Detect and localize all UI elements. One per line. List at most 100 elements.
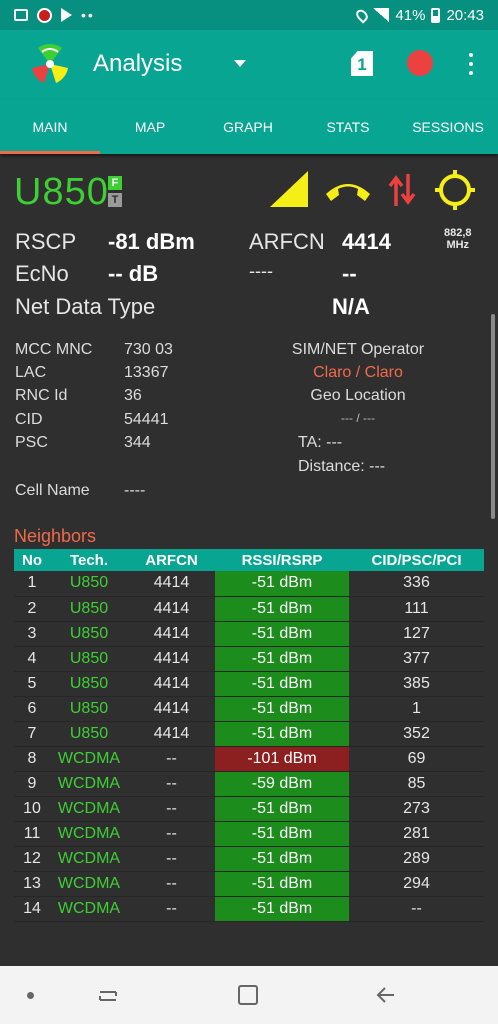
cell-id: 69: [349, 746, 484, 772]
cell-arfcn: 4414: [128, 621, 215, 647]
cell-id: 1: [349, 696, 484, 722]
table-row: 3 U850 4414 -51 dBm 127: [14, 621, 484, 647]
cell-rssi: -51 dBm: [215, 871, 349, 897]
cell-rssi: -59 dBm: [215, 771, 349, 797]
psc-label: PSC: [15, 434, 48, 451]
cell-id: 385: [349, 671, 484, 697]
cell-id: 281: [349, 821, 484, 847]
table-row: 4 U850 4414 -51 dBm 377: [14, 646, 484, 672]
cell-signal-icon: [373, 8, 390, 22]
record-button[interactable]: [407, 50, 433, 76]
tab-bar: MAIN MAP GRAPH STATS SESSIONS: [0, 100, 498, 154]
operator-label: SIM/NET Operator: [291, 341, 425, 358]
cell-name-value: ----: [124, 482, 146, 499]
frequency-unit: MHz: [446, 239, 470, 251]
tab-map[interactable]: MAP: [100, 119, 200, 135]
tab-graph[interactable]: GRAPH: [198, 119, 298, 135]
app-bar: Analysis 1: [0, 30, 498, 100]
back-icon[interactable]: [376, 985, 396, 1005]
extra-value: --: [342, 261, 357, 286]
sim-card-icon[interactable]: 1: [351, 51, 373, 76]
cell-id: 294: [349, 871, 484, 897]
cell-no: 4: [14, 646, 50, 672]
table-row: 6 U850 4414 -51 dBm 1: [14, 696, 484, 722]
status-bar: •• 41% 20:43: [0, 0, 498, 30]
frequency-value: 882,8: [444, 227, 472, 239]
overflow-menu-icon[interactable]: [462, 53, 480, 75]
rscp-label: RSCP: [15, 229, 77, 254]
cell-id: 111: [349, 596, 484, 622]
scrollbar[interactable]: [491, 314, 495, 519]
cell-arfcn: --: [128, 896, 215, 922]
table-row: 14 WCDMA -- -51 dBm --: [14, 896, 484, 922]
col-header-tech: Tech.: [50, 549, 128, 571]
cell-no: 2: [14, 596, 50, 622]
cell-no: 5: [14, 671, 50, 697]
cell-arfcn: 4414: [128, 696, 215, 722]
cell-no: 11: [14, 821, 50, 847]
cell-no: 14: [14, 896, 50, 922]
cell-name-label: Cell Name: [15, 482, 90, 499]
cell-no: 10: [14, 796, 50, 822]
call-state-icon: [326, 184, 370, 201]
net-data-type-value: N/A: [332, 294, 370, 319]
neighbors-title: Neighbors: [14, 526, 97, 546]
cid-value: 54441: [124, 411, 169, 428]
cell-rssi: -51 dBm: [215, 596, 349, 622]
system-nav-bar: [0, 966, 498, 1024]
more-notifications-icon: ••: [81, 7, 95, 23]
dropdown-caret-icon[interactable]: [234, 60, 246, 67]
battery-percent: 41%: [395, 6, 426, 24]
nav-dot-icon[interactable]: [27, 992, 34, 999]
cell-tech: U850: [50, 571, 128, 597]
geo-location-label: Geo Location: [310, 387, 406, 404]
cell-tech: WCDMA: [50, 746, 128, 772]
cell-rssi: -101 dBm: [215, 746, 349, 772]
screen-selector-title[interactable]: Analysis: [93, 50, 182, 78]
cell-no: 3: [14, 621, 50, 647]
cell-arfcn: --: [128, 746, 215, 772]
cell-arfcn: --: [128, 871, 215, 897]
cell-no: 12: [14, 846, 50, 872]
cell-id: 336: [349, 571, 484, 597]
table-row: 9 WCDMA -- -59 dBm 85: [14, 771, 484, 797]
cell-id: 273: [349, 796, 484, 822]
cell-rssi: -51 dBm: [215, 896, 349, 922]
cell-tech: WCDMA: [50, 871, 128, 897]
cell-no: 7: [14, 721, 50, 747]
cid-label: CID: [15, 411, 43, 428]
gps-crosshair-icon[interactable]: [433, 168, 477, 212]
recent-apps-icon[interactable]: [98, 988, 118, 1004]
cell-no: 1: [14, 571, 50, 597]
table-row: 5 U850 4414 -51 dBm 385: [14, 671, 484, 697]
cell-tech: U850: [50, 696, 128, 722]
cell-rssi: -51 dBm: [215, 846, 349, 872]
serving-technology: U850: [14, 171, 109, 213]
home-icon[interactable]: [238, 985, 258, 1005]
cell-rssi: -51 dBm: [215, 721, 349, 747]
table-row: 7 U850 4414 -51 dBm 352: [14, 721, 484, 747]
rnc-id-value: 36: [124, 387, 142, 404]
cell-tech: U850: [50, 646, 128, 672]
cell-rssi: -51 dBm: [215, 621, 349, 647]
rnc-id-label: RNC Id: [15, 387, 68, 404]
arfcn-label: ARFCN: [249, 229, 325, 254]
table-row: 8 WCDMA -- -101 dBm 69: [14, 746, 484, 772]
tab-stats[interactable]: STATS: [298, 119, 398, 135]
neighbors-header-row: No Tech. ARFCN RSSI/RSRP CID/PSC/PCI: [14, 549, 484, 571]
extra-label: ----: [249, 261, 273, 281]
cell-no: 9: [14, 771, 50, 797]
cell-id: 127: [349, 621, 484, 647]
table-row: 13 WCDMA -- -51 dBm 294: [14, 871, 484, 897]
tab-sessions[interactable]: SESSIONS: [398, 119, 498, 135]
ta-value: TA: ---: [298, 434, 343, 451]
table-row: 2 U850 4414 -51 dBm 111: [14, 596, 484, 622]
col-header-no: No: [14, 549, 50, 571]
signal-strength-icon: [270, 171, 308, 207]
cell-tech: WCDMA: [50, 821, 128, 847]
col-header-id: CID/PSC/PCI: [349, 549, 484, 571]
tab-main[interactable]: MAIN: [0, 119, 100, 135]
claro-notification-icon: [37, 7, 52, 23]
cell-tech: WCDMA: [50, 771, 128, 797]
gallery-notification-icon: [14, 9, 28, 21]
